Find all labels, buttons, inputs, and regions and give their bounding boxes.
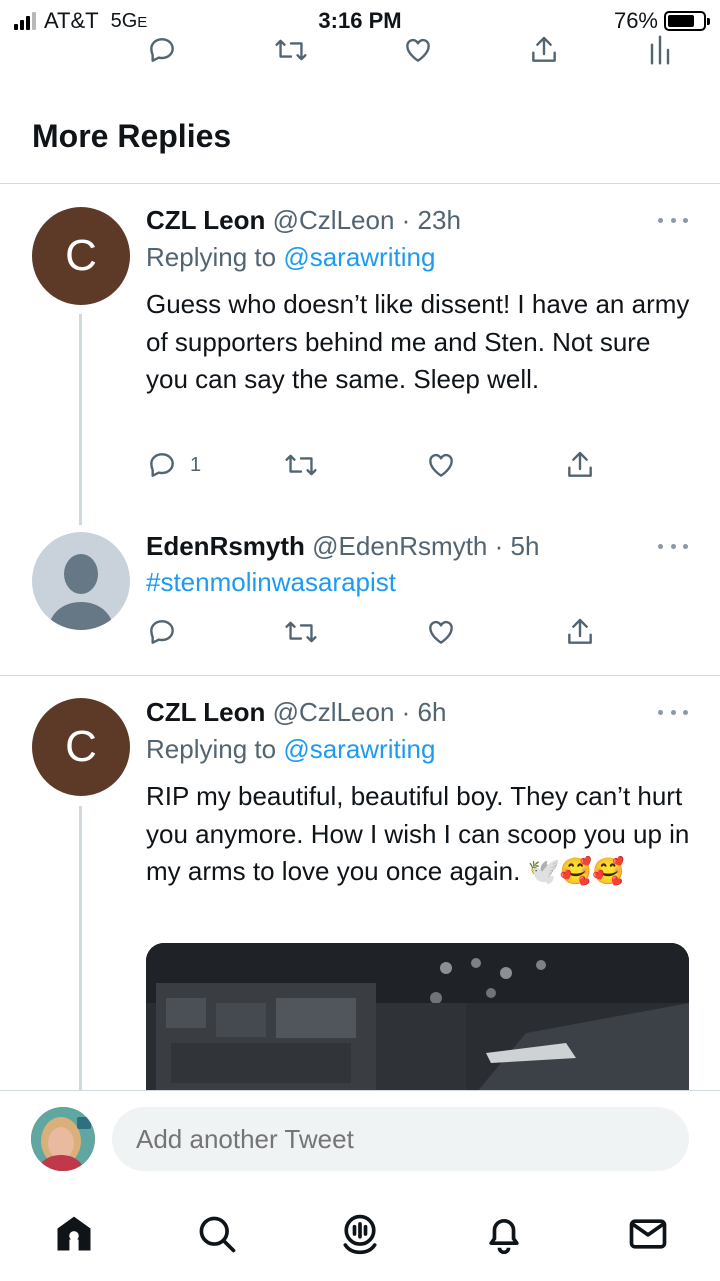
display-name[interactable]: CZL Leon	[146, 697, 265, 727]
reply-icon	[150, 453, 174, 477]
share-icon[interactable]	[528, 34, 560, 66]
more-options-icon[interactable]	[658, 541, 688, 551]
previous-tweet-actions	[0, 34, 720, 74]
replying-to: Replying to @sarawriting	[146, 734, 436, 764]
retweet-button[interactable]	[284, 616, 318, 648]
display-name[interactable]: EdenRsmyth	[146, 531, 305, 561]
tweet-header: CZL Leon @CzlLeon · 6h	[146, 697, 446, 728]
search-icon[interactable]	[195, 1212, 239, 1256]
section-title: More Replies	[32, 118, 232, 154]
reply-count: 1	[190, 453, 202, 476]
more-options-icon[interactable]	[658, 215, 688, 225]
like-button[interactable]	[425, 449, 457, 481]
replying-to: Replying to @sarawriting	[146, 242, 436, 272]
bottom-tab-bar	[0, 1190, 720, 1281]
tweet[interactable]: C CZL Leon @CzlLeon · 23h Replying to @s…	[0, 184, 720, 676]
share-icon	[568, 618, 592, 644]
home-icon[interactable]	[52, 1212, 96, 1256]
retweet-icon[interactable]	[274, 34, 308, 66]
display-name[interactable]: CZL Leon	[146, 205, 265, 235]
retweet-icon	[285, 454, 317, 476]
share-button[interactable]	[564, 449, 596, 481]
like-icon	[429, 453, 453, 477]
like-icon	[429, 620, 453, 644]
status-time: 3:16 PM	[318, 8, 402, 33]
tweet-header: CZL Leon @CzlLeon · 23h	[146, 205, 461, 236]
default-avatar[interactable]	[32, 532, 130, 630]
retweet-button[interactable]	[284, 449, 318, 481]
avatar[interactable]: C	[32, 698, 130, 796]
like-button[interactable]	[425, 616, 457, 648]
like-icon[interactable]	[402, 34, 434, 66]
handle-time: @EdenRsmyth · 5h	[312, 531, 540, 561]
reply-button[interactable]: 1	[146, 449, 201, 481]
battery-percent: 76%	[613, 8, 658, 33]
share-button[interactable]	[564, 616, 596, 648]
messages-icon[interactable]	[626, 1212, 670, 1256]
reply-icon	[150, 620, 174, 644]
hashtag-link[interactable]: #stenmolinwasarapist	[146, 567, 396, 598]
cockpit-photo	[146, 943, 689, 1093]
tweet-actions	[146, 616, 626, 650]
mention-link[interactable]: @sarawriting	[283, 734, 435, 764]
add-tweet-input[interactable]	[112, 1107, 689, 1171]
user-photo	[31, 1107, 95, 1171]
thread-line	[79, 806, 82, 1090]
notifications-icon[interactable]	[482, 1212, 526, 1256]
more-options-icon[interactable]	[658, 707, 688, 717]
reply-composer	[0, 1090, 720, 1190]
reply-icon[interactable]	[146, 34, 178, 66]
share-icon	[568, 451, 592, 477]
retweet-icon	[285, 621, 317, 643]
tweet-actions: 1	[146, 449, 626, 483]
user-avatar[interactable]	[31, 1107, 95, 1171]
reply-button[interactable]	[146, 616, 178, 648]
default-profile-icon	[48, 554, 114, 630]
avatar[interactable]: C	[32, 207, 130, 305]
handle-time: @CzlLeon · 6h	[272, 697, 447, 727]
handle-time: @CzlLeon · 23h	[272, 205, 461, 235]
battery-icon	[664, 11, 710, 31]
tweet-media-image[interactable]	[146, 943, 689, 1093]
thread-line	[79, 314, 82, 525]
analytics-icon[interactable]	[648, 34, 672, 66]
tweet-header: EdenRsmyth @EdenRsmyth · 5h	[146, 531, 539, 562]
status-right: 76%	[613, 8, 710, 34]
mention-link[interactable]: @sarawriting	[283, 242, 435, 272]
spaces-icon[interactable]	[338, 1212, 382, 1256]
tweet-text: RIP my beautiful, beautiful boy. They ca…	[146, 781, 690, 886]
tweet-text: Guess who doesn’t like dissent! I have a…	[146, 289, 690, 394]
